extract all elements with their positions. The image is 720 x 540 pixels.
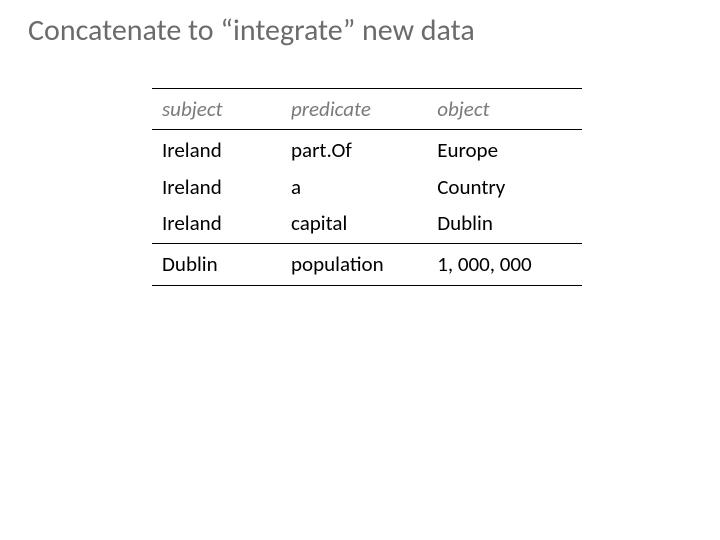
table-row: Ireland capital Dublin bbox=[152, 205, 582, 244]
cell-object: Europe bbox=[427, 130, 582, 169]
cell-subject: Dublin bbox=[152, 244, 281, 285]
table-header-row: subject predicate object bbox=[152, 89, 582, 130]
cell-object: 1, 000, 000 bbox=[427, 244, 582, 285]
cell-object: Dublin bbox=[427, 205, 582, 244]
cell-predicate: population bbox=[281, 244, 427, 285]
header-object: object bbox=[427, 89, 582, 130]
slide-title: Concatenate to “integrate” new data bbox=[28, 12, 475, 49]
cell-subject: Ireland bbox=[152, 130, 281, 169]
cell-subject: Ireland bbox=[152, 169, 281, 205]
header-subject: subject bbox=[152, 89, 281, 130]
cell-subject: Ireland bbox=[152, 205, 281, 244]
header-predicate: predicate bbox=[281, 89, 427, 130]
table-row: Ireland a Country bbox=[152, 169, 582, 205]
table-row: Dublin population 1, 000, 000 bbox=[152, 244, 582, 285]
table-row: Ireland part.Of Europe bbox=[152, 130, 582, 169]
cell-predicate: capital bbox=[281, 205, 427, 244]
cell-object: Country bbox=[427, 169, 582, 205]
triples-table: subject predicate object Ireland part.Of… bbox=[152, 88, 582, 286]
cell-predicate: part.Of bbox=[281, 130, 427, 169]
cell-predicate: a bbox=[281, 169, 427, 205]
